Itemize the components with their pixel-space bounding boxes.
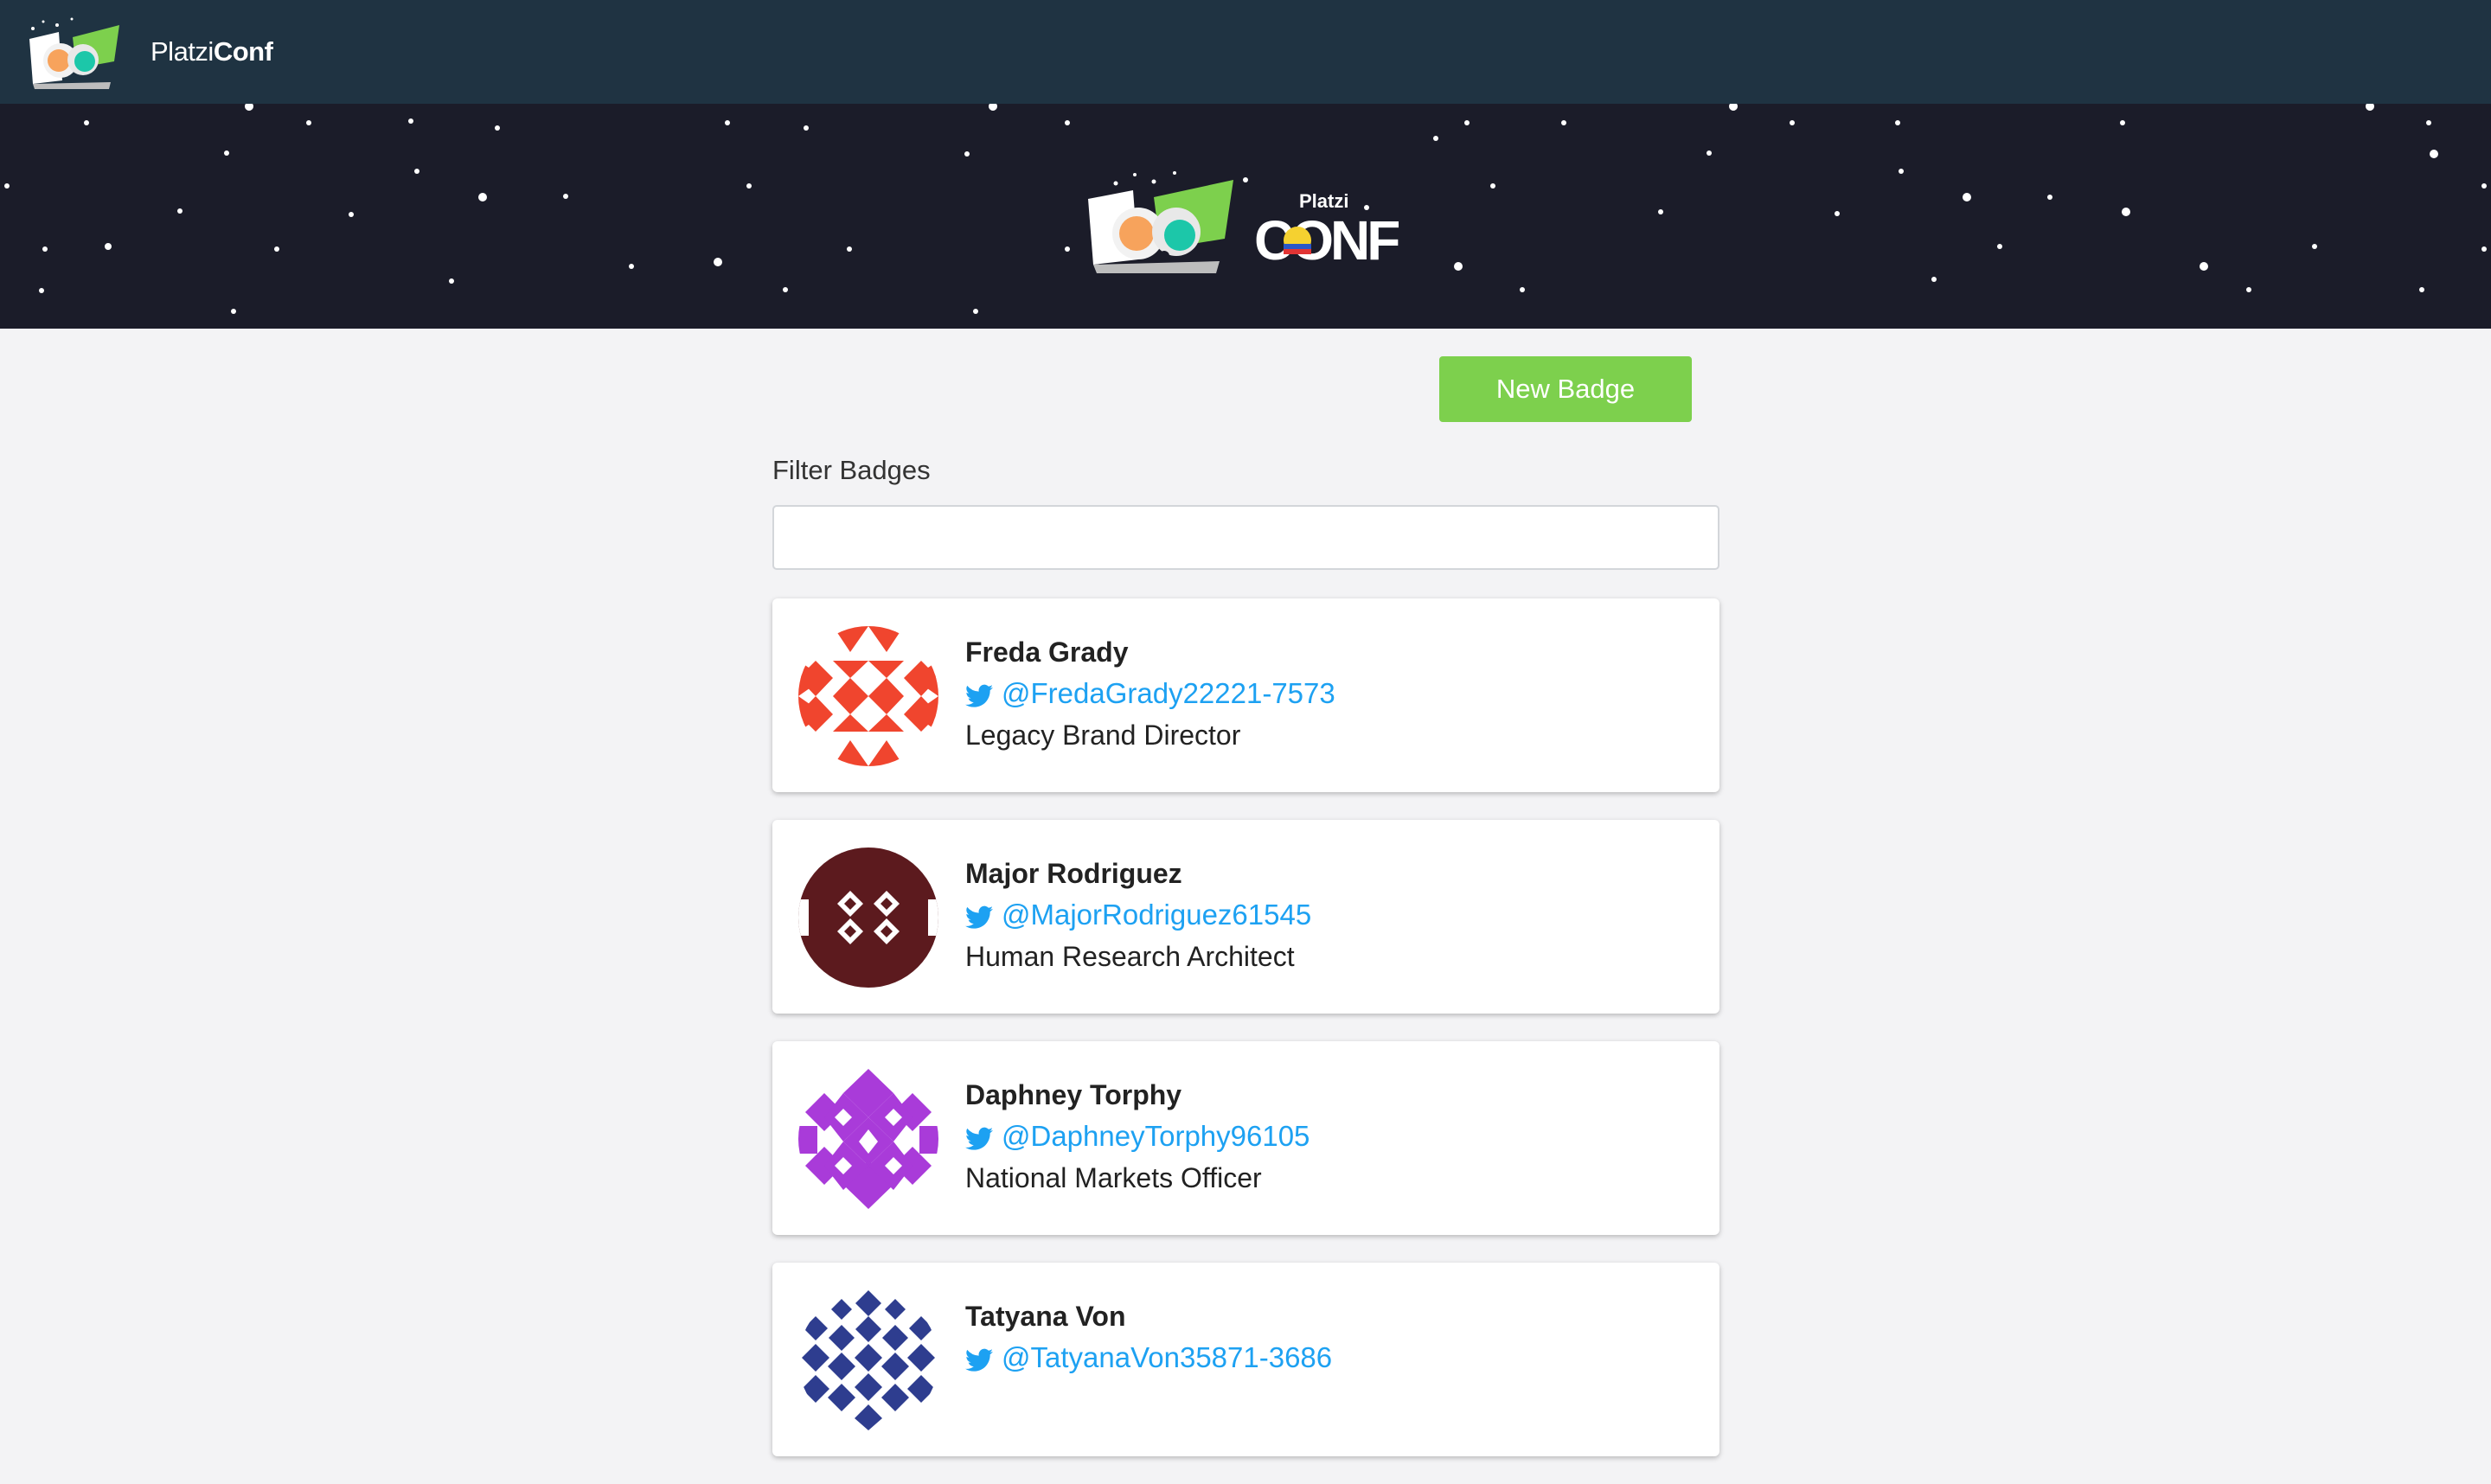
twitter-icon [965, 684, 993, 707]
badge-job-title: Human Research Architect [965, 941, 1295, 972]
twitter-icon [965, 1127, 993, 1150]
filter-badges-label: Filter Badges [772, 455, 931, 485]
avatar [798, 1290, 938, 1430]
badge-job-title: Legacy Brand Director [965, 720, 1241, 751]
brand-link[interactable]: PlatziConf [24, 13, 273, 91]
badge-job-title: National Markets Officer [965, 1162, 1262, 1193]
badge-twitter-handle: @FredaGrady22221-7573 [1002, 677, 1335, 709]
badge-twitter-link[interactable]: @TatyanaVon35871-3686 [965, 1337, 1332, 1378]
avatar [798, 1069, 938, 1209]
badge-info: Tatyana Von @TatyanaVon35871-3686 [965, 1295, 1332, 1378]
hero-logo-big-text: CONF [1254, 209, 1399, 272]
badge-name: Daphney Torphy [965, 1079, 1182, 1110]
badge-name: Tatyana Von [965, 1301, 1126, 1332]
badge-name: Major Rodriguez [965, 858, 1182, 889]
badge-twitter-link[interactable]: @MajorRodriguez61545 [965, 894, 1311, 936]
hero-banner: Platzi CONF [0, 104, 2491, 329]
identicon-avatar-icon [798, 1290, 938, 1430]
badge-info: Freda Grady @FredaGrady22221-7573 Legacy… [965, 631, 1335, 756]
brand-name: PlatziConf [150, 36, 273, 67]
badge-twitter-handle: @DaphneyTorphy96105 [1002, 1120, 1310, 1152]
badge-twitter-link[interactable]: @FredaGrady22221-7573 [965, 673, 1335, 714]
badge-list-item[interactable]: Tatyana Von @TatyanaVon35871-3686 [772, 1263, 1719, 1456]
filter-badges-input[interactable] [772, 505, 1719, 570]
twitter-icon [965, 1348, 993, 1372]
badge-list-item[interactable]: Freda Grady @FredaGrady22221-7573 Legacy… [772, 598, 1719, 792]
twitter-icon [965, 905, 993, 929]
badge-info: Major Rodriguez @MajorRodriguez61545 Hum… [965, 853, 1311, 977]
navbar: PlatziConf [0, 0, 2491, 104]
identicon-avatar-icon [798, 1069, 938, 1209]
badge-name: Freda Grady [965, 636, 1129, 668]
badge-twitter-handle: @TatyanaVon35871-3686 [1002, 1341, 1333, 1373]
avatar [798, 626, 938, 766]
avatar [798, 848, 938, 988]
badge-list-item[interactable]: Major Rodriguez @MajorRodriguez61545 Hum… [772, 820, 1719, 1014]
brand-name-bold: Conf [213, 36, 273, 67]
identicon-avatar-icon [798, 626, 938, 766]
badge-twitter-link[interactable]: @DaphneyTorphy96105 [965, 1116, 1310, 1157]
identicon-avatar-icon [798, 848, 938, 988]
badges-list: Freda Grady @FredaGrady22221-7573 Legacy… [772, 598, 1719, 1484]
brand-name-light: Platzi [150, 36, 214, 67]
badges-actions: New Badge [1439, 356, 1692, 422]
platziconf-logo-icon [29, 17, 119, 89]
new-badge-button[interactable]: New Badge [1439, 356, 1692, 422]
badge-info: Daphney Torphy @DaphneyTorphy96105 Natio… [965, 1074, 1310, 1199]
platziconf-hero-logo-icon: Platzi CONF [1088, 171, 1402, 273]
badge-twitter-handle: @MajorRodriguez61545 [1002, 899, 1312, 931]
badge-list-item[interactable]: Daphney Torphy @DaphneyTorphy96105 Natio… [772, 1041, 1719, 1235]
